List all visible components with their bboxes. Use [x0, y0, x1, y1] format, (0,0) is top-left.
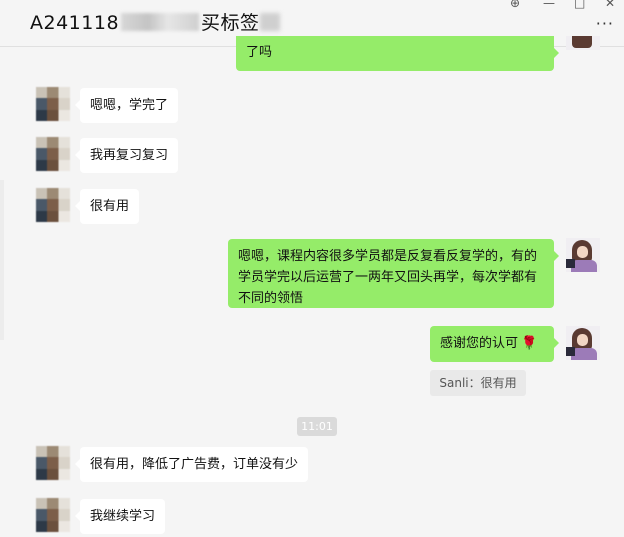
contact-avatar[interactable]	[36, 498, 70, 532]
close-icon[interactable]: ✕	[605, 0, 615, 10]
message-bubble-out[interactable]: 嗯嗯，课程内容很多学员都是反复看反复学的，有的学员学完以后运营了一两年又回头再学…	[228, 239, 559, 308]
message-bubble-in[interactable]: 我再复习复习	[74, 138, 179, 173]
my-avatar[interactable]	[566, 238, 600, 272]
maximize-icon[interactable]: □	[574, 0, 585, 10]
rose-icon: 🌹	[521, 336, 538, 351]
contact-avatar[interactable]	[36, 137, 70, 171]
pin-icon[interactable]: ⊕	[510, 0, 520, 10]
message-bubble-out[interactable]: 了吗	[236, 36, 559, 71]
my-avatar[interactable]	[566, 36, 600, 50]
blurred-name-end	[259, 13, 280, 31]
contact-avatar[interactable]	[36, 87, 70, 121]
message-text: 感谢您的认可	[440, 336, 519, 351]
message-bubble-out[interactable]: 感谢您的认可 🌹	[430, 326, 559, 362]
more-icon[interactable]: ···	[596, 14, 614, 33]
message-bubble-in[interactable]: 我继续学习	[74, 499, 166, 534]
blurred-name	[121, 13, 200, 31]
chat-title-prefix: A241118	[30, 12, 120, 34]
chat-title: A241118 买标签	[30, 8, 280, 35]
quoted-reply[interactable]: Sanli：很有用	[430, 370, 526, 396]
message-bubble-in[interactable]: 很有用，降低了广告费，订单没有少	[74, 447, 309, 482]
timestamp: 11:01	[297, 417, 337, 436]
contact-avatar[interactable]	[36, 188, 70, 222]
my-avatar[interactable]	[566, 326, 600, 360]
minimize-icon[interactable]: —	[543, 0, 555, 10]
message-bubble-in[interactable]: 嗯嗯，学完了	[74, 88, 179, 123]
chat-title-suffix: 买标签	[201, 12, 260, 34]
scrollbar[interactable]	[0, 180, 4, 340]
message-bubble-in[interactable]: 很有用	[74, 189, 140, 224]
contact-avatar[interactable]	[36, 446, 70, 480]
